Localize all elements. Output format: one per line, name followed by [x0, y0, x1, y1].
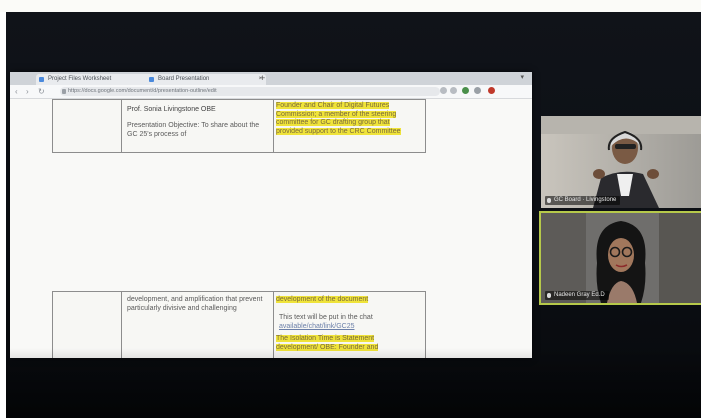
participant-tile-2[interactable]: Nadeen Gray Ed.D — [539, 211, 701, 305]
meeting-window: Project Files Worksheet × Board Presenta… — [6, 12, 701, 418]
extension-icon[interactable] — [474, 87, 481, 94]
presentation-objective: Presentation Objective: To share about t… — [127, 122, 260, 138]
new-tab-icon[interactable]: + — [260, 73, 265, 84]
participant-nameplate: Nadeen Gray Ed.D — [545, 291, 609, 300]
agenda-table-bottom: development, and amplification that prev… — [52, 291, 426, 358]
participant-tile-1[interactable]: GC Board · Livingstone — [541, 116, 701, 208]
url-field[interactable]: https://docs.google.com/document/d/prese… — [60, 87, 440, 96]
chat-note: This text will be put in the chat — [279, 314, 373, 321]
participant-video — [541, 213, 701, 303]
tab-board-presentation[interactable]: Board Presentation × — [146, 74, 266, 85]
highlighted-bio: Founder and Chair of Digital Futures Com… — [276, 102, 401, 135]
tab-label: Project Files Worksheet — [48, 76, 112, 82]
highlighted-footer: The Isolation Time is Statement developm… — [276, 335, 379, 351]
profile-icon[interactable] — [488, 87, 495, 94]
tab-project-files[interactable]: Project Files Worksheet × — [36, 74, 156, 85]
caption-strip — [0, 0, 701, 12]
doc-icon — [149, 77, 154, 82]
forward-icon[interactable]: › — [26, 86, 29, 97]
url-text: https://docs.google.com/document/d/prese… — [68, 88, 217, 94]
agenda-table-top: Prof. Sonia Livingstone OBE Presentation… — [52, 99, 426, 153]
table-cell — [53, 100, 122, 152]
participant-name: GC Board · Livingstone — [554, 197, 617, 203]
table-cell — [53, 292, 122, 358]
doc-icon — [39, 77, 44, 82]
presenter-name: Prof. Sonia Livingstone OBE — [127, 106, 216, 113]
table-cell: development of the document This text wi… — [273, 292, 425, 358]
tab-label: Board Presentation — [158, 76, 210, 82]
microphone-icon — [547, 198, 551, 203]
highlighted-note: development of the document — [276, 296, 369, 303]
back-icon[interactable]: ‹ — [15, 86, 18, 97]
lock-icon — [62, 89, 66, 94]
participant-nameplate: GC Board · Livingstone — [545, 196, 621, 205]
table-cell: Founder and Chair of Digital Futures Com… — [273, 100, 425, 152]
extension-icon[interactable] — [450, 87, 457, 94]
extension-icon[interactable] — [440, 87, 447, 94]
table-cell: development, and amplification that prev… — [121, 292, 274, 358]
participant-name: Nadeen Gray Ed.D — [554, 292, 605, 298]
extension-icon[interactable] — [462, 87, 469, 94]
document-page: Prof. Sonia Livingstone OBE Presentation… — [10, 99, 532, 358]
tab-strip: Project Files Worksheet × Board Presenta… — [10, 72, 532, 89]
address-bar: ‹ › ↻ https://docs.google.com/document/d… — [10, 85, 532, 99]
chevron-down-icon[interactable]: ▾ — [520, 73, 524, 81]
chat-link[interactable]: available/chat/link/GC25 — [279, 323, 419, 332]
reload-icon[interactable]: ↻ — [38, 86, 45, 97]
table-cell: Prof. Sonia Livingstone OBE Presentation… — [121, 100, 274, 152]
participant-video — [541, 116, 701, 208]
microphone-icon — [547, 293, 551, 298]
shared-screen-browser: Project Files Worksheet × Board Presenta… — [10, 72, 532, 358]
description-text: development, and amplification that prev… — [127, 296, 263, 312]
